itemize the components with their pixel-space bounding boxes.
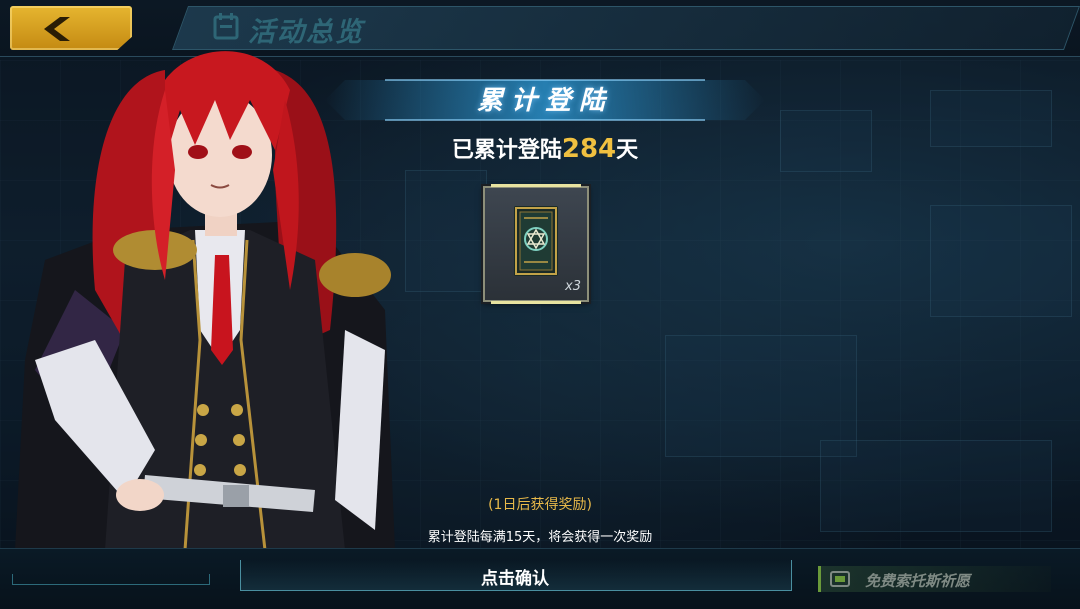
event-title: 累计登陆 [476, 86, 613, 116]
confirm-label[interactable]: 点击确认 [240, 564, 790, 589]
prayer-icon [830, 571, 850, 587]
summary-prefix: 已累计登陆 [451, 138, 562, 163]
reward-countdown: (1日后获得奖励) [488, 497, 592, 513]
bottom-decoration [12, 574, 210, 585]
reward-quantity: x3 [565, 279, 581, 294]
summary-suffix: 天 [616, 138, 639, 163]
free-prayer-label: 免费索托斯祈愿 [865, 572, 971, 590]
reward-rule: 累计登陆每满15天，将会获得一次奖励 [427, 530, 653, 545]
reward-slot[interactable]: x3 [483, 184, 589, 304]
login-days: 284 [561, 134, 617, 164]
tarot-card-icon [514, 206, 558, 276]
free-prayer-button[interactable]: 免费索托斯祈愿 [818, 566, 1051, 592]
login-summary: 已累计登陆284天 [325, 132, 765, 164]
